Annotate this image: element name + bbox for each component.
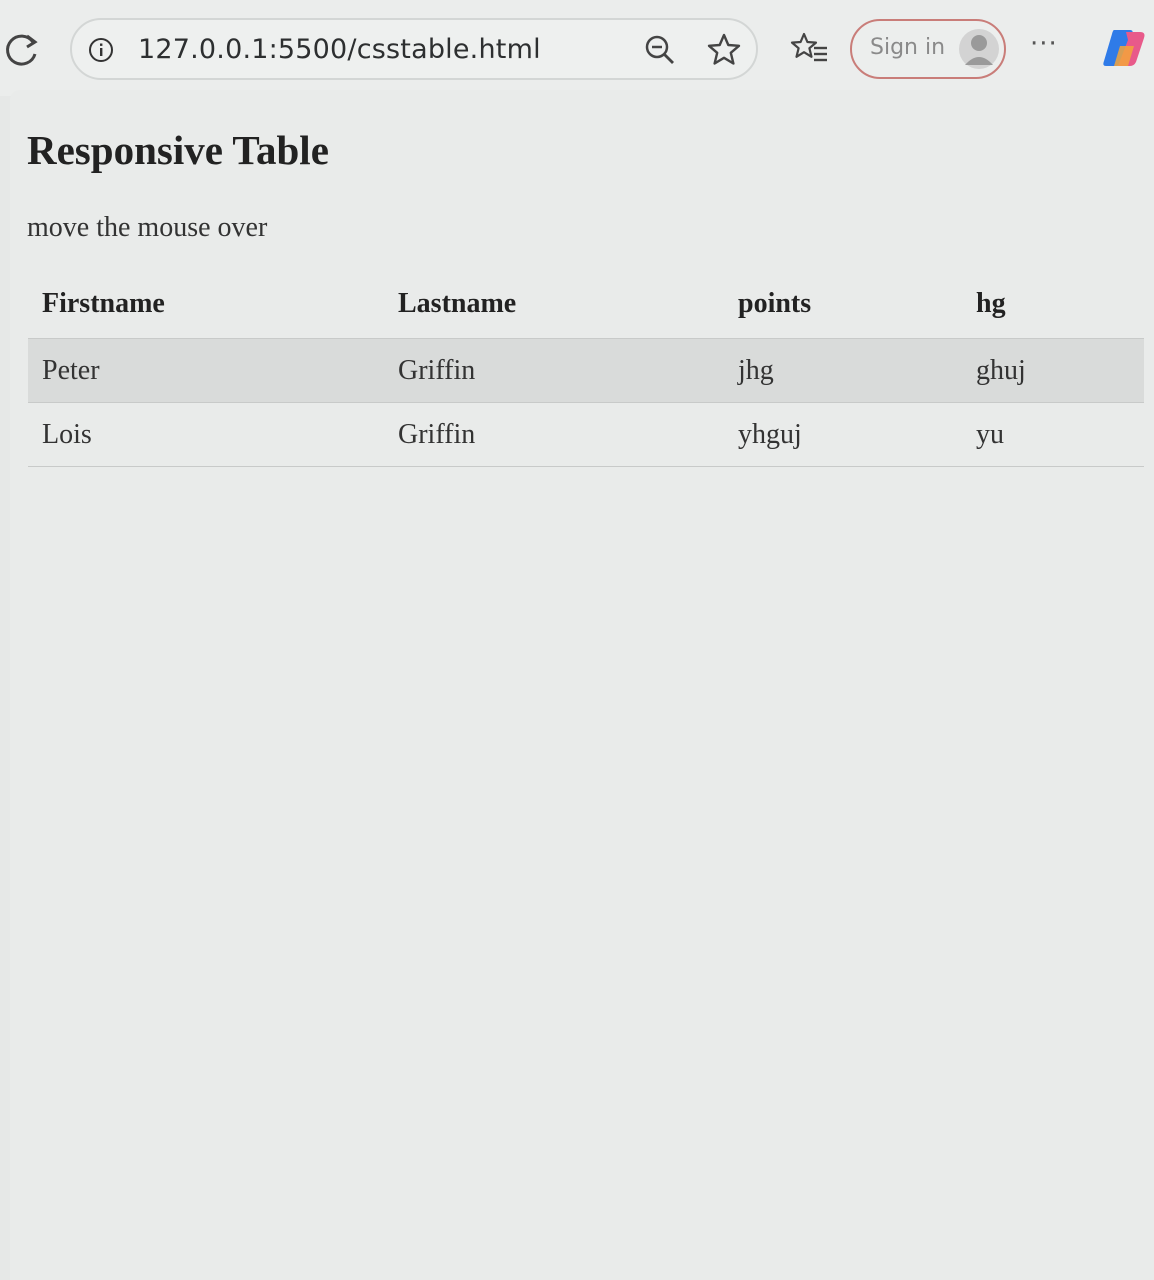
star-icon[interactable]	[706, 32, 742, 68]
address-bar[interactable]: 127.0.0.1:5500/csstable.html	[70, 18, 758, 80]
table-cell: yhguj	[738, 418, 802, 450]
table-row[interactable]: Lois Griffin yhguj yu	[28, 403, 1144, 467]
avatar	[959, 29, 999, 69]
table-cell: Peter	[42, 354, 100, 386]
table-cell: ghuj	[976, 354, 1026, 386]
favorites-icon[interactable]	[790, 30, 828, 68]
column-header-hg: hg	[976, 288, 1006, 319]
zoom-out-icon[interactable]	[644, 34, 676, 66]
sign-in-button[interactable]: Sign in	[850, 19, 1006, 79]
copilot-icon[interactable]	[1100, 26, 1148, 70]
reload-icon[interactable]	[2, 30, 42, 70]
table-cell: yu	[976, 418, 1004, 450]
table-cell: Griffin	[398, 418, 476, 450]
page-title: Responsive Table	[27, 127, 329, 173]
more-icon[interactable]: ···	[1030, 31, 1066, 64]
table-row[interactable]: Peter Griffin jhg ghuj	[28, 338, 1144, 403]
data-table: Firstname Lastname points hg Peter Griff…	[28, 270, 1144, 467]
browser-toolbar: 127.0.0.1:5500/csstable.html Sign in ···	[0, 0, 1154, 96]
page-subtitle: move the mouse over	[27, 212, 268, 243]
table-header-row: Firstname Lastname points hg	[28, 270, 1144, 339]
table-cell: Griffin	[398, 354, 476, 386]
sign-in-label: Sign in	[870, 35, 946, 60]
page-content: Responsive Table move the mouse over Fir…	[10, 90, 1154, 1280]
info-icon[interactable]	[88, 37, 114, 63]
column-header-lastname: Lastname	[398, 288, 517, 319]
table-cell: Lois	[42, 418, 92, 450]
column-header-firstname: Firstname	[42, 288, 165, 319]
table-cell: jhg	[738, 354, 774, 386]
url-text[interactable]: 127.0.0.1:5500/csstable.html	[138, 34, 541, 65]
column-header-points: points	[738, 288, 812, 319]
